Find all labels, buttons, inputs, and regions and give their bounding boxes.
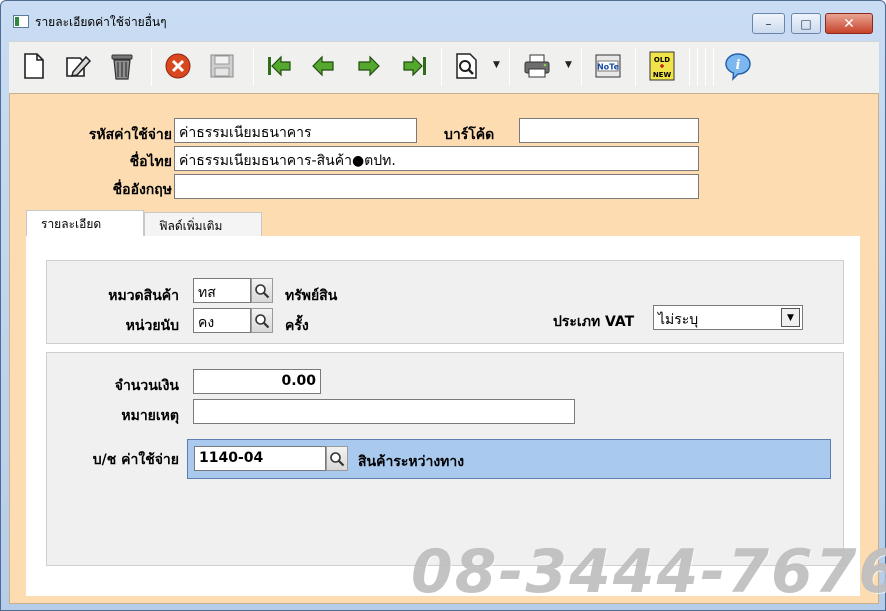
svg-text:NoTe: NoTe [597, 63, 620, 72]
info-button[interactable]: i [723, 51, 753, 81]
last-record-button[interactable] [400, 51, 430, 81]
search-button[interactable] [452, 51, 482, 81]
expense-account-label: บ/ช ค่าใช้จ่าย [92, 452, 179, 468]
note-button[interactable]: NoTe [593, 51, 623, 81]
chevron-down-icon[interactable]: ▼ [781, 308, 800, 327]
thai-name-label: ชื่อไทย [129, 154, 172, 170]
category-lookup-button[interactable] [251, 278, 273, 303]
phone-watermark: 08-3444-7676 [411, 537, 886, 607]
barcode-input[interactable] [519, 118, 699, 143]
window-title: รายละเอียดค่าใช้จ่ายอื่นๆ [35, 15, 167, 29]
toolbar-separator [581, 48, 582, 86]
thai-name-input[interactable]: ค่าธรรมเนียมธนาคาร-สินค้า●ตปท. [174, 146, 699, 171]
amount-label: จำนวนเงิน [114, 378, 179, 394]
edit-icon [66, 55, 92, 77]
toolbar-separator [705, 48, 706, 86]
toolbar-separator [253, 48, 254, 86]
last-record-icon [403, 55, 426, 77]
save-button[interactable] [207, 51, 237, 81]
toolbar: ▼ ▼ NoTe OLD NEW i [9, 41, 879, 93]
account-lookup-button[interactable] [326, 446, 348, 471]
remark-label: หมายเหตุ [121, 408, 179, 424]
category-label: หมวดสินค้า [108, 288, 179, 304]
barcode-label: บาร์โค้ด [444, 127, 495, 143]
new-button[interactable] [19, 51, 49, 81]
toolbar-separator [151, 48, 152, 86]
magnifier-icon [255, 313, 270, 328]
next-record-icon [358, 55, 380, 77]
edit-button[interactable] [63, 51, 93, 81]
english-name-input[interactable] [174, 174, 699, 199]
toolbar-separator [689, 48, 690, 86]
print-button[interactable] [522, 51, 552, 81]
amount-group: จำนวนเงิน 0.00 หมายเหตุ บ/ช ค่าใช้จ่าย 1… [46, 352, 844, 566]
trash-icon [111, 54, 133, 80]
toolbar-separator [509, 48, 510, 86]
delete-button[interactable] [107, 51, 137, 81]
expense-detail-window: รายละเอียดค่าใช้จ่ายอื่นๆ – □ ✕ ▼ ▼ NoTe… [0, 0, 886, 611]
svg-text:OLD: OLD [654, 56, 670, 64]
cancel-icon [165, 53, 191, 79]
category-name-text: ทรัพย์สิน [285, 288, 338, 304]
vat-type-select[interactable]: ไม่ระบุ ▼ [653, 305, 803, 330]
account-code-input[interactable]: 1140-04 [194, 446, 326, 471]
close-button[interactable]: ✕ [825, 13, 873, 34]
magnifier-icon [255, 283, 270, 298]
print-dropdown-icon[interactable]: ▼ [565, 60, 572, 70]
title-bar[interactable]: รายละเอียดค่าใช้จ่ายอื่นๆ – □ ✕ [1, 1, 885, 37]
cancel-button[interactable] [163, 51, 193, 81]
form-body: รหัสค่าใช้จ่าย ค่าธรรมเนียมธนาคาร บาร์โค… [9, 93, 879, 604]
next-record-button[interactable] [354, 51, 384, 81]
minimize-button[interactable]: – [752, 13, 785, 34]
old-new-button[interactable]: OLD NEW [647, 51, 677, 81]
print-icon [524, 54, 550, 78]
vat-type-label: ประเภท VAT [553, 314, 635, 330]
remark-input[interactable] [193, 399, 575, 424]
previous-record-button[interactable] [308, 51, 338, 81]
account-name-text: สินค้าระหว่างทาง [358, 454, 465, 470]
first-record-icon [268, 55, 291, 77]
tab-details-label: รายละเอียด [41, 217, 102, 231]
tab-details[interactable]: รายละเอียด [26, 210, 144, 237]
toolbar-separator [713, 48, 714, 86]
svg-text:i: i [736, 58, 741, 73]
unit-name-text: ครั้ง [285, 318, 309, 334]
vat-type-value: ไม่ระบุ [658, 312, 699, 328]
magnifier-icon [330, 451, 345, 466]
first-record-button[interactable] [264, 51, 294, 81]
search-dropdown-icon[interactable]: ▼ [493, 60, 500, 70]
tab-extra-fields[interactable]: ฟิลด์เพิ่มเติม [144, 212, 262, 236]
english-name-label: ชื่ออังกฤษ [112, 182, 172, 198]
category-code-input[interactable]: ทส [193, 278, 251, 303]
note-icon: NoTe [595, 54, 621, 78]
unit-lookup-button[interactable] [251, 308, 273, 333]
minimize-icon: – [765, 16, 772, 31]
svg-text:NEW: NEW [653, 71, 672, 79]
search-icon [456, 53, 477, 79]
close-icon: ✕ [843, 15, 855, 32]
category-group: หมวดสินค้า ทส ทรัพย์สิน หน่วยนับ คง ครั้… [46, 260, 844, 344]
toolbar-separator [635, 48, 636, 86]
toolbar-separator [441, 48, 442, 86]
amount-input[interactable]: 0.00 [193, 369, 321, 394]
tab-extra-fields-label: ฟิลด์เพิ่มเติม [159, 219, 223, 233]
expense-code-input[interactable]: ค่าธรรมเนียมธนาคาร [174, 118, 417, 143]
save-icon [210, 54, 234, 78]
expense-account-bar: 1140-04 สินค้าระหว่างทาง [187, 439, 831, 479]
maximize-button[interactable]: □ [791, 13, 821, 34]
app-icon [13, 15, 29, 28]
unit-code-input[interactable]: คง [193, 308, 251, 333]
old-new-icon: OLD NEW [649, 51, 675, 81]
expense-code-label: รหัสค่าใช้จ่าย [88, 127, 172, 143]
toolbar-separator [697, 48, 698, 86]
maximize-icon: □ [800, 16, 812, 31]
tab-strip: รายละเอียด ฟิลด์เพิ่มเติม [26, 210, 852, 237]
unit-label: หน่วยนับ [125, 318, 179, 334]
previous-record-icon [312, 55, 334, 77]
new-document-icon [24, 53, 44, 79]
info-icon: i [725, 53, 751, 81]
